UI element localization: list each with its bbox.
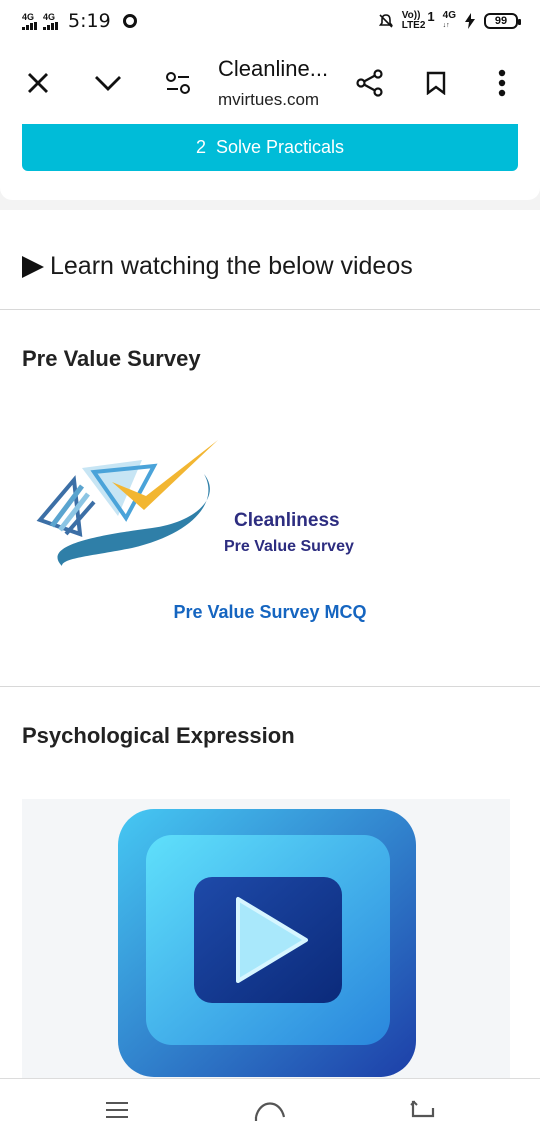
cleanliness-logo-graphic [36,440,218,566]
close-button[interactable] [20,65,56,101]
learn-heading-row[interactable]: Learn watching the below videos [0,224,540,310]
chevron-down-icon [95,76,121,91]
back-icon [410,1100,435,1117]
section-title-pre-value-survey: Pre Value Survey [22,346,201,371]
sim-slot: 1 [427,8,435,24]
url-box[interactable]: Cleanline... mvirtues.com [218,56,328,110]
home-icon [254,1101,286,1121]
back-button[interactable] [403,1090,443,1130]
network-indicator: 4G ↓↑ [443,11,456,31]
status-bar: 4G 4G 5:19 Vo)) LTE2 1 4G ↓↑ 99 [0,0,540,42]
volte-bottom: LTE2 [401,20,426,31]
bookmark-button[interactable] [418,65,454,101]
section-title-psychological-expression: Psychological Expression [22,723,295,748]
play-video-icon [118,809,416,1077]
practicals-label: Solve Practicals [215,137,345,157]
page-settings-button[interactable] [160,65,196,101]
survey-image-title: Cleanliness [234,510,340,531]
mute-icon [378,14,393,28]
sim2-network-label: 4G [43,11,56,22]
system-navigation-bar [0,1078,540,1140]
toolbar-actions [352,65,520,101]
pre-value-survey-image[interactable]: Cleanliness Pre Value Survey [22,416,396,596]
pre-value-survey-mcq-link[interactable]: Pre Value Survey MCQ [0,602,540,623]
share-icon [356,69,383,97]
solve-practicals-button[interactable]: 2 Solve Practicals [22,124,518,171]
battery-level: 99 [494,15,508,27]
close-icon [28,73,48,93]
share-button[interactable] [352,65,388,101]
disclosure-triangle-icon [22,255,44,278]
charging-icon [465,13,475,29]
page-settings-icon [166,72,190,94]
sim1-network-label: 4G [22,11,35,22]
psychological-expression-video[interactable] [22,799,510,1079]
more-vert-icon [498,69,506,97]
survey-image-subtitle: Pre Value Survey [224,538,354,555]
home-button[interactable] [250,1090,290,1130]
bookmark-icon [426,71,446,95]
battery-icon: 99 [484,13,521,29]
learn-heading: Learn watching the below videos [50,252,413,280]
recents-button[interactable] [97,1090,137,1130]
more-options-button[interactable] [484,65,520,101]
practicals-number: 2 [195,137,206,157]
signal-bars-icon [22,21,37,30]
sim1-signal: 4G [22,11,37,30]
videos-card: Learn watching the below videos Pre Valu… [0,224,540,1080]
signal-bars-icon [43,21,58,30]
network-top: 4G [442,10,456,21]
page-title: Cleanline... [218,56,329,81]
status-right: Vo)) LTE2 1 4G ↓↑ 99 [378,8,521,31]
page-domain: mvirtues.com [218,90,320,109]
browser-toolbar: Cleanline... mvirtues.com [0,42,540,124]
clock: 5:19 [68,10,111,32]
sim2-signal: 4G [43,11,58,30]
collapse-button[interactable] [90,65,126,101]
chrome-notification-icon [122,14,137,28]
network-bottom: ↓↑ [442,22,450,29]
volte-indicator: Vo)) LTE2 [402,11,426,31]
recents-icon [105,1101,128,1118]
status-left: 4G 4G 5:19 [22,10,137,32]
